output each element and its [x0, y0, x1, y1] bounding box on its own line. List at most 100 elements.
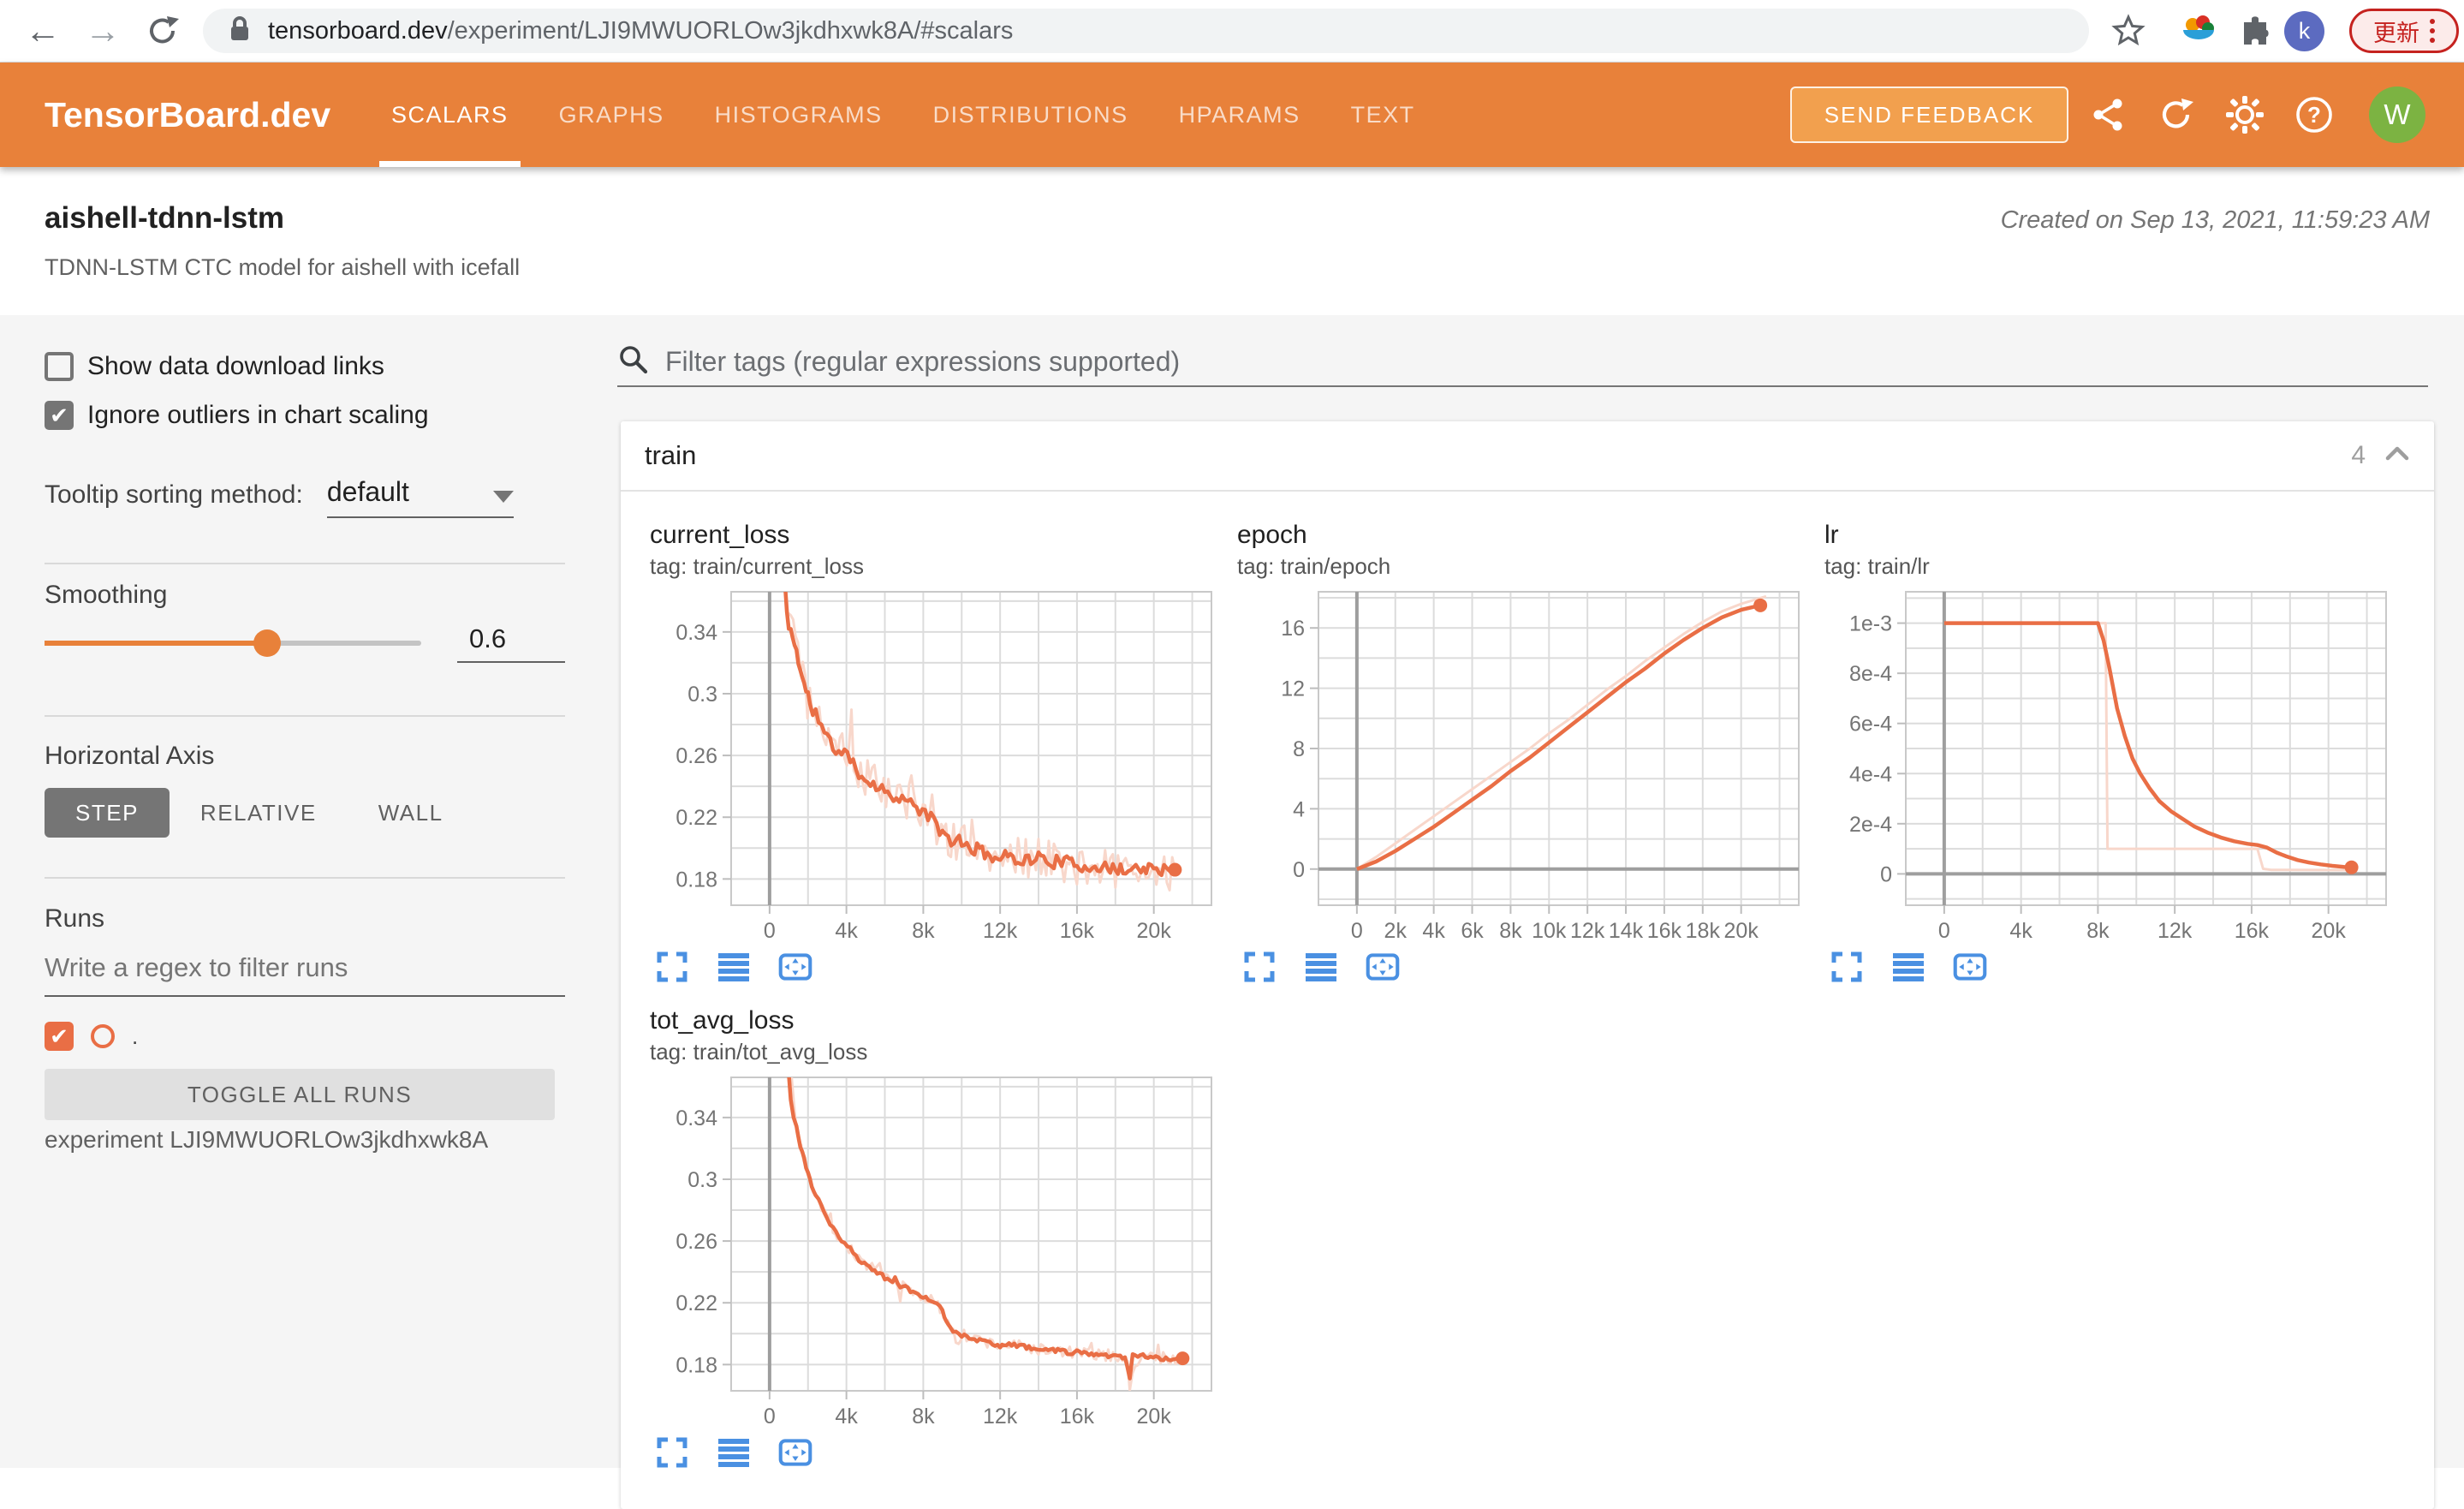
header-tabs: SCALARS GRAPHS HISTOGRAMS DISTRIBUTIONS HPAR… [379, 63, 1417, 167]
svg-text:16k: 16k [1060, 919, 1095, 941]
divider [45, 877, 565, 879]
svg-text:0: 0 [764, 1405, 776, 1427]
expand-icon[interactable] [1830, 950, 1864, 984]
user-avatar[interactable]: W [2369, 86, 2425, 143]
log-scale-icon[interactable] [717, 950, 751, 984]
log-scale-icon[interactable] [717, 1435, 751, 1470]
run-list-item[interactable]: ✔ . [45, 1022, 138, 1051]
svg-text:16: 16 [1281, 617, 1305, 641]
share-icon[interactable] [2087, 94, 2128, 135]
extension-bowl-icon[interactable] [2175, 7, 2223, 55]
checkbox-unchecked-icon[interactable] [45, 352, 74, 381]
chart-plot[interactable]: 0 4k 8k 12k 16k 20k 0.18 0.22 0.26 0.3 0.34 [650, 587, 1217, 941]
chart-plot[interactable]: 0 4k 8k 12k 16k 20k 0.18 0.22 0.26 0.3 0.34 [650, 1072, 1217, 1427]
expand-icon[interactable] [1242, 950, 1277, 984]
runs-filter-input[interactable]: Write a regex to filter runs [45, 952, 565, 997]
chart-tag: tag: train/current_loss [650, 553, 865, 579]
scalar-chart-card: tot_avg_loss tag: train/tot_avg_loss 0 4k 8k… [650, 1006, 1217, 1470]
expand-icon[interactable] [655, 1435, 689, 1470]
chart-toolbar [650, 1435, 1217, 1470]
app-header: TensorBoard.dev SCALARS GRAPHS HISTOGRAMS D… [0, 63, 2464, 167]
svg-text:16k: 16k [1060, 1405, 1095, 1427]
svg-text:12k: 12k [983, 919, 1018, 941]
smoothing-label: Smoothing [45, 581, 168, 609]
svg-text:0: 0 [1351, 919, 1363, 941]
toggle-all-runs-button[interactable]: TOGGLE ALL RUNS [45, 1069, 555, 1120]
svg-text:16k: 16k [1647, 919, 1682, 941]
svg-text:0.22: 0.22 [676, 806, 717, 830]
log-scale-icon[interactable] [1891, 950, 1925, 984]
chart-title: tot_avg_loss [650, 1006, 795, 1035]
chart-title: lr [1824, 521, 1839, 549]
svg-text:0: 0 [1880, 862, 1892, 886]
expand-icon[interactable] [655, 950, 689, 984]
url-text: tensorboard.dev/experiment/LJI9MWUORLOw3… [268, 16, 1014, 45]
chevron-up-icon[interactable] [2383, 443, 2412, 469]
settings-sidebar: Show data download links ✔ Ignore outlie… [0, 315, 591, 1468]
svg-text:4: 4 [1293, 797, 1305, 821]
filter-tags-input[interactable]: Filter tags (regular expressions support… [617, 337, 2428, 387]
refresh-icon[interactable] [2156, 94, 2197, 135]
chevron-down-icon [492, 491, 514, 503]
smoothing-slider[interactable] [45, 629, 421, 657]
checkbox-checked-icon[interactable]: ✔ [45, 401, 74, 430]
chart-plot[interactable]: 0 2k 4k 6k 8k 10k 12k 14k 16k 18k 20k 0 4 8 12 16 [1237, 587, 1804, 941]
svg-text:20k: 20k [1137, 919, 1172, 941]
browser-update-menu-button[interactable]: 更新 [2349, 9, 2459, 53]
extensions-puzzle-icon[interactable] [2233, 7, 2281, 55]
train-group-header[interactable]: train 4 [621, 421, 2434, 492]
app-logo[interactable]: TensorBoard.dev [45, 63, 330, 167]
browser-toolbar: ← → tensorboard.dev/experiment/LJI9MWUOR… [0, 0, 2464, 63]
chart-tag: tag: train/epoch [1237, 553, 1391, 579]
address-bar[interactable]: tensorboard.dev/experiment/LJI9MWUORLOw3… [203, 9, 2089, 53]
ignore-outliers-row[interactable]: ✔ Ignore outliers in chart scaling [45, 401, 429, 430]
svg-text:2k: 2k [1384, 919, 1408, 941]
help-icon[interactable]: ? [2294, 94, 2335, 135]
send-feedback-button[interactable]: SEND FEEDBACK [1790, 86, 2068, 143]
browser-forward-icon[interactable]: → [79, 7, 127, 55]
log-scale-icon[interactable] [1304, 950, 1338, 984]
tab-distributions[interactable]: DISTRIBUTIONS [931, 63, 1130, 167]
browser-back-icon[interactable]: ← [19, 7, 67, 55]
tooltip-sorting-row: Tooltip sorting method: default [45, 476, 514, 518]
charts-grid: current_loss tag: train/current_loss 0 4k 8k… [621, 492, 2434, 1470]
svg-text:20k: 20k [1724, 919, 1759, 941]
chart-plot[interactable]: 0 4k 8k 12k 16k 20k 0 2e-4 4e-4 6e-4 8e-4 1e-3 [1824, 587, 2391, 941]
settings-gear-icon[interactable] [2224, 94, 2265, 135]
fit-domain-icon[interactable] [1366, 950, 1400, 984]
chart-title: current_loss [650, 521, 790, 549]
tooltip-sorting-select[interactable]: default [326, 476, 514, 518]
svg-text:4k: 4k [835, 1405, 858, 1427]
run-checkbox-checked-icon[interactable]: ✔ [45, 1022, 74, 1051]
tab-text[interactable]: TEXT [1349, 63, 1417, 167]
browser-reload-icon[interactable] [139, 7, 187, 55]
browser-profile-avatar[interactable]: k [2284, 11, 2324, 51]
run-color-circle-icon[interactable] [91, 1024, 115, 1048]
content-area: Show data download links ✔ Ignore outlie… [0, 315, 2464, 1509]
svg-text:14k: 14k [1609, 919, 1644, 941]
svg-text:0.22: 0.22 [676, 1291, 717, 1315]
tooltip-sorting-label: Tooltip sorting method: [45, 480, 303, 509]
checkbox-label: Ignore outliers in chart scaling [87, 401, 429, 429]
chart-toolbar [650, 950, 1217, 984]
smoothing-value-field[interactable]: 0.6 [457, 623, 565, 663]
svg-text:0.26: 0.26 [676, 744, 717, 768]
tab-histograms[interactable]: HISTOGRAMS [713, 63, 884, 167]
tab-hparams[interactable]: HPARAMS [1177, 63, 1302, 167]
fit-domain-icon[interactable] [1953, 950, 1987, 984]
haxis-wall-button[interactable]: WALL [348, 788, 474, 838]
svg-text:0.3: 0.3 [687, 1168, 717, 1192]
haxis-relative-button[interactable]: RELATIVE [170, 788, 348, 838]
tab-scalars[interactable]: SCALARS [379, 63, 521, 167]
bookmark-star-icon[interactable] [2104, 7, 2152, 55]
svg-text:8k: 8k [1499, 919, 1522, 941]
show-download-links-row[interactable]: Show data download links [45, 352, 384, 381]
fit-domain-icon[interactable] [778, 1435, 812, 1470]
haxis-step-button[interactable]: STEP [45, 788, 170, 838]
svg-text:20k: 20k [1137, 1405, 1172, 1427]
tab-graphs[interactable]: GRAPHS [557, 63, 666, 167]
slider-knob[interactable] [253, 629, 281, 657]
fit-domain-icon[interactable] [778, 950, 812, 984]
svg-text:12k: 12k [983, 1405, 1018, 1427]
scalar-chart-card: current_loss tag: train/current_loss 0 4k 8k… [650, 521, 1217, 984]
